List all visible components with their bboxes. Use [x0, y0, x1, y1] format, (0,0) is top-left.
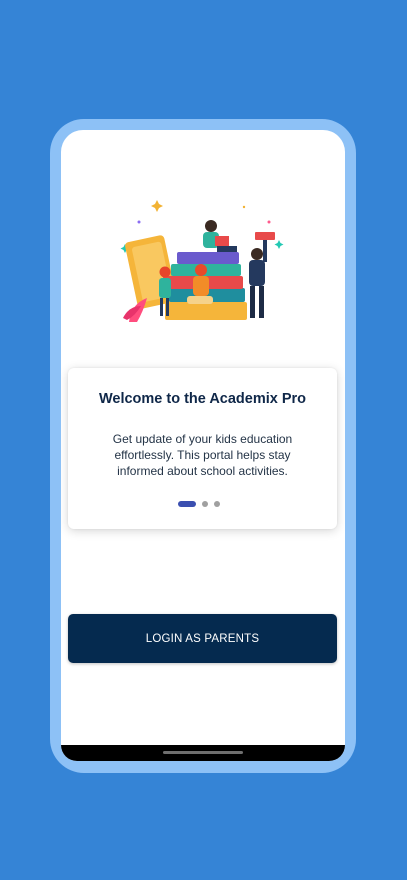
login-as-parents-button[interactable]: LOGIN AS PARENTS	[68, 614, 337, 663]
welcome-description: Get update of your kids education effort…	[112, 432, 293, 478]
kids-reading-books-illustration	[120, 200, 284, 322]
home-indicator[interactable]	[163, 751, 243, 754]
page-indicator-dot	[202, 501, 208, 507]
page-indicator-dot-active	[178, 501, 196, 507]
page-indicator	[68, 501, 337, 507]
welcome-title: Welcome to the Academix Pro	[98, 391, 307, 407]
welcome-card: Welcome to the Academix Pro Get update o…	[68, 368, 337, 529]
system-navigation-bar	[61, 745, 345, 761]
app-screen: Welcome to the Academix Pro Get update o…	[61, 130, 345, 761]
page-indicator-dot	[214, 501, 220, 507]
